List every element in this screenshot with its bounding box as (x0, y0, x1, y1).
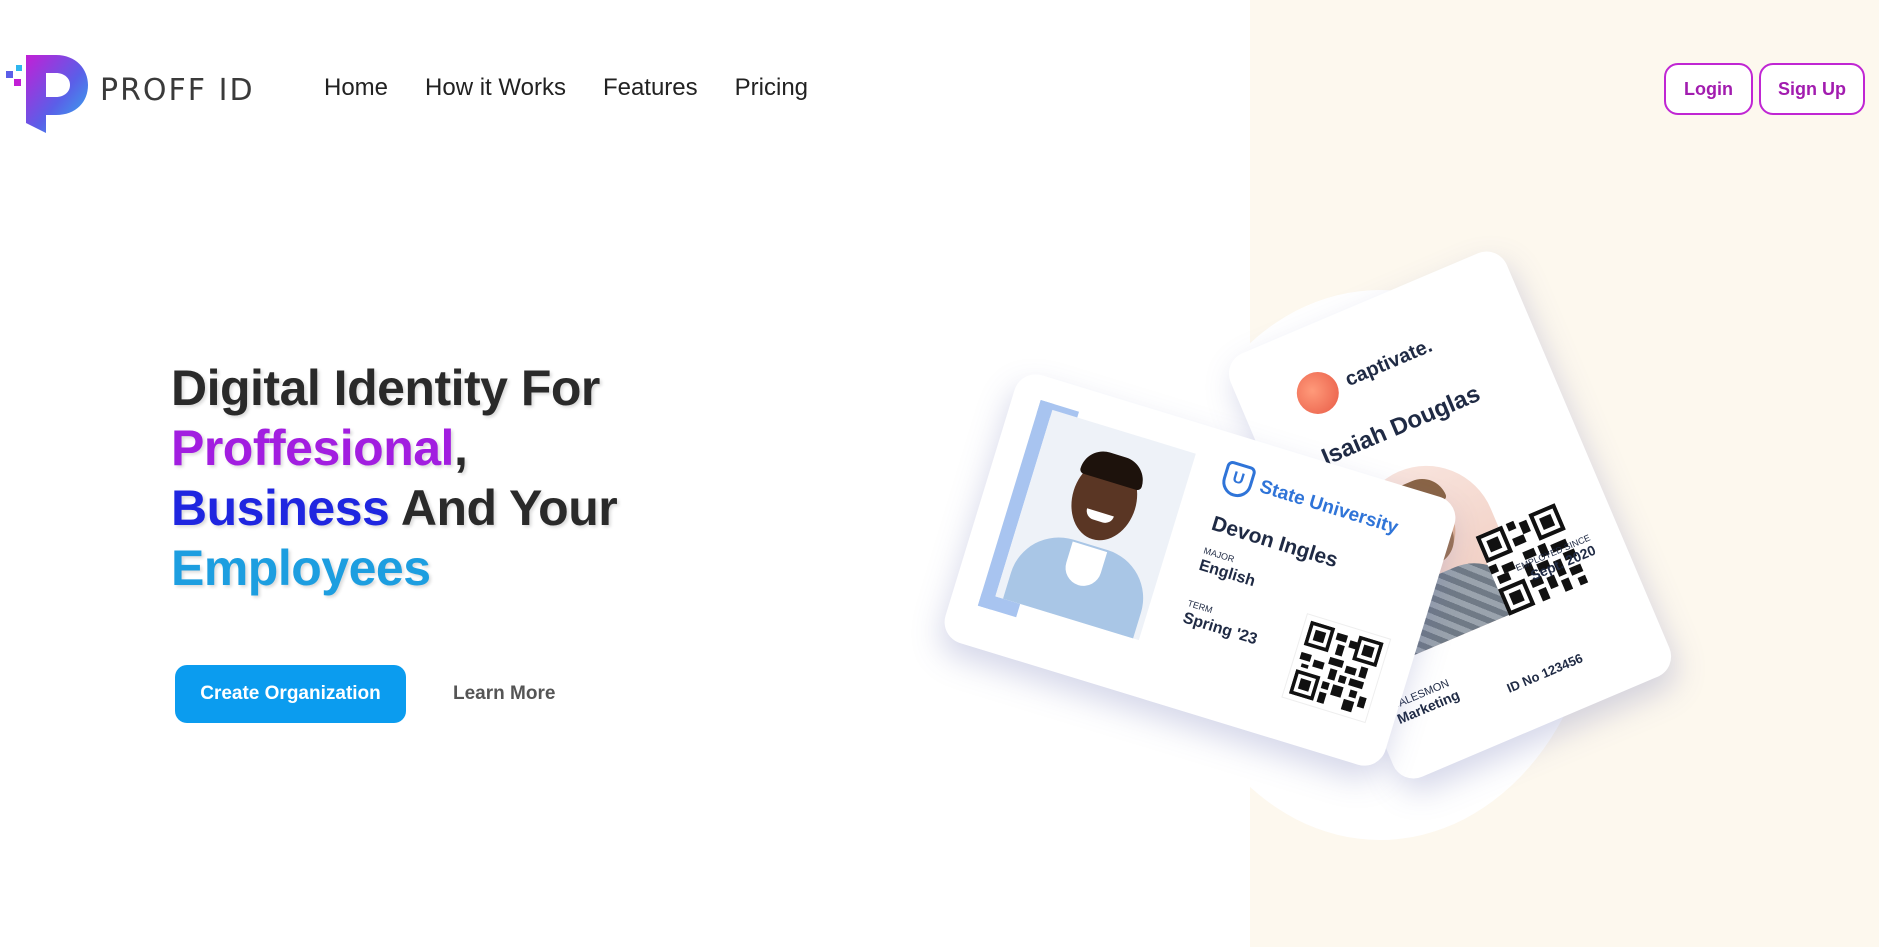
hero-title: Digital Identity For Proffesional, Busin… (171, 358, 618, 598)
hero-line-1: Digital Identity For (171, 360, 600, 416)
hero-comma: , (453, 420, 468, 476)
create-organization-button[interactable]: Create Organization (175, 665, 406, 723)
hero-word-business: Business (171, 480, 390, 536)
student-major: MAJOR English (1197, 546, 1261, 592)
qr-code-icon (1281, 613, 1392, 724)
nav-features[interactable]: Features (603, 74, 698, 102)
university-name: State University (1256, 476, 1401, 539)
nav-how-it-works[interactable]: How it Works (425, 74, 566, 102)
card-company-name: captivate. (1341, 334, 1436, 391)
signup-button[interactable]: Sign Up (1759, 63, 1865, 115)
brand-logo[interactable]: PROFF ID (4, 47, 255, 133)
student-photo (995, 409, 1196, 641)
login-button[interactable]: Login (1664, 63, 1753, 115)
hero-cta: Create Organization Learn More (175, 665, 555, 723)
university-shield-icon: U (1218, 459, 1258, 501)
nav-pricing[interactable]: Pricing (735, 74, 808, 102)
card-id-number: ID No 123456 (1504, 650, 1585, 696)
captivate-logo-icon (1290, 365, 1346, 421)
nav-home[interactable]: Home (324, 74, 388, 102)
learn-more-link[interactable]: Learn More (453, 683, 555, 705)
auth-buttons: Login Sign Up (1664, 63, 1865, 115)
main-nav: Home How it Works Features Pricing (324, 74, 808, 102)
proff-id-logo-icon (6, 55, 88, 133)
hero-word-professional: Proffesional (171, 420, 454, 476)
hero-and-your: And Your (389, 480, 618, 536)
hero-heading: Digital Identity For Proffesional, Busin… (171, 358, 618, 598)
student-term: TERM Spring '23 (1181, 598, 1263, 649)
brand-name: PROFF ID (100, 72, 255, 108)
hero-word-employees: Employees (171, 540, 431, 596)
student-term-value: Spring '23 (1180, 609, 1260, 649)
